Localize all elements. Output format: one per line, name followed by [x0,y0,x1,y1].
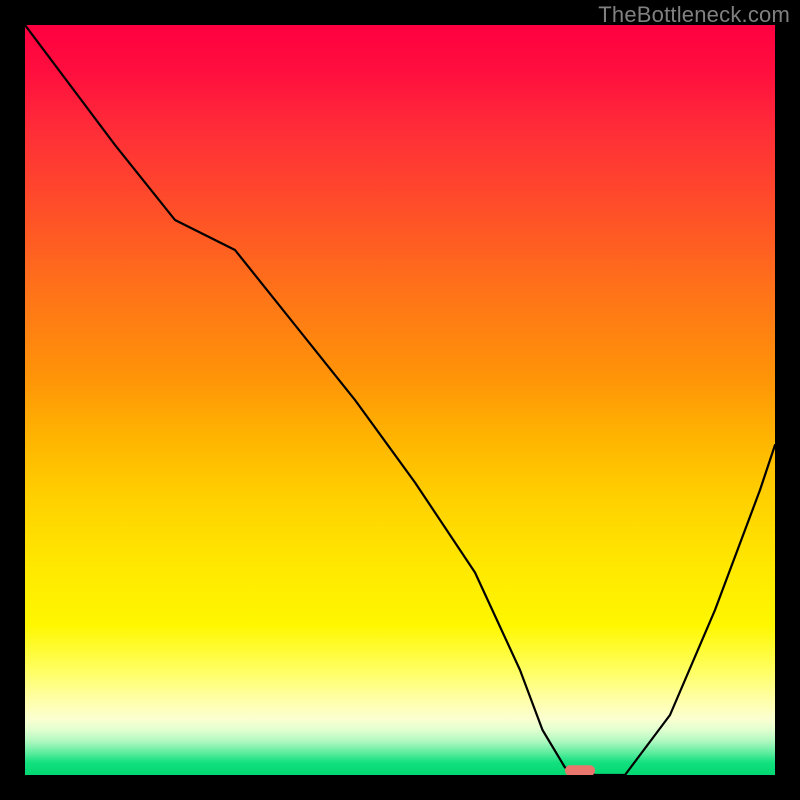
optimal-point-marker [565,765,595,775]
chart-frame: TheBottleneck.com [0,0,800,800]
watermark-text: TheBottleneck.com [598,2,790,28]
bottleneck-curve [25,25,775,775]
chart-svg [25,25,775,775]
plot-area [25,25,775,775]
